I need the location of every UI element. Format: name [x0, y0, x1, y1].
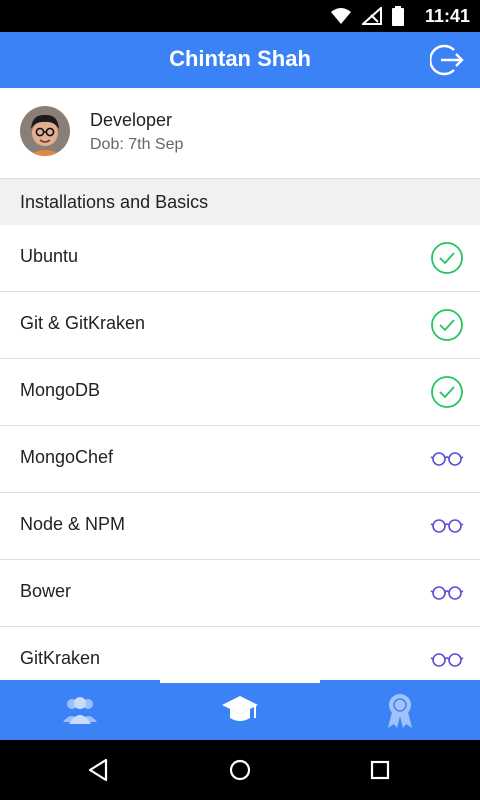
list-item-label: Git & GitKraken [20, 313, 146, 333]
list-item[interactable]: MongoChef [0, 426, 480, 493]
logout-button[interactable] [429, 42, 466, 78]
graduation-cap-icon [222, 696, 258, 721]
list-item-label: Ubuntu [20, 246, 79, 266]
check-circle-icon [431, 242, 463, 274]
section-title: Installations and Basics [20, 192, 209, 212]
status-bar: 11:41 [0, 0, 480, 32]
list-item[interactable]: Node & NPM [0, 493, 480, 560]
tab-learning[interactable] [160, 680, 320, 740]
wifi-icon [331, 8, 351, 24]
list-item[interactable]: MongoDB [0, 359, 480, 426]
home-icon[interactable] [225, 755, 255, 785]
topic-list: Ubuntu Git & GitKraken MongoDB MongoChef… [0, 225, 480, 694]
glasses-icon [430, 653, 464, 667]
glasses-icon [430, 519, 464, 533]
app-bar: Chintan Shah [0, 32, 480, 88]
list-item-label: MongoChef [20, 447, 114, 467]
check-circle-icon [431, 309, 463, 341]
people-icon [63, 697, 97, 724]
list-item-label: GitKraken [20, 648, 101, 668]
section-header: Installations and Basics [0, 178, 480, 226]
glasses-icon [430, 452, 464, 466]
logout-icon [429, 44, 464, 76]
tab-people[interactable] [0, 680, 160, 740]
avatar [20, 106, 70, 156]
status-icons [330, 6, 404, 26]
page-title: Chintan Shah [169, 46, 311, 71]
list-item-label: MongoDB [20, 380, 101, 400]
list-item-label: Bower [20, 581, 72, 601]
bottom-navigation [0, 680, 480, 740]
check-circle-icon [431, 376, 463, 408]
list-item-label: Node & NPM [20, 514, 126, 534]
user-avatar-icon [20, 106, 70, 156]
profile-card: Developer Dob: 7th Sep [0, 88, 480, 178]
list-item[interactable]: Bower [0, 560, 480, 627]
battery-icon [392, 6, 404, 26]
system-navigation-bar [0, 740, 480, 800]
user-role: Developer [90, 110, 173, 130]
no-signal-icon [362, 7, 382, 25]
recents-icon[interactable] [365, 755, 395, 785]
back-icon[interactable] [84, 755, 114, 785]
tab-achievements[interactable] [320, 680, 480, 740]
status-time: 11:41 [424, 6, 470, 26]
list-item[interactable]: Git & GitKraken [0, 292, 480, 359]
glasses-icon [430, 586, 464, 600]
list-item[interactable]: Ubuntu [0, 225, 480, 292]
award-ribbon-icon [388, 694, 412, 728]
user-dob: Dob: 7th Sep [90, 136, 184, 153]
